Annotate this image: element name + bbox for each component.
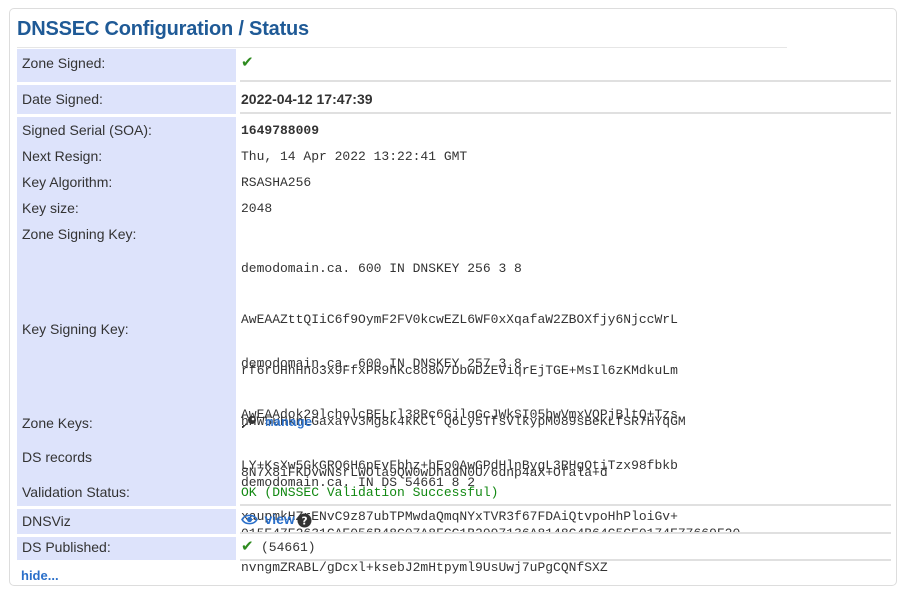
row-validation-status: Validation Status: OK (DNSSEC Validation… (17, 481, 891, 503)
panel-title: DNSSEC Configuration / Status (17, 17, 787, 48)
dnssec-table: Zone Signed: ✔ Date Signed: 2022-04-12 1… (17, 49, 891, 575)
key-algorithm-value: RSASHA256 (241, 175, 312, 190)
date-signed-value: 2022-04-12 17:47:39 (241, 91, 373, 107)
key-icon (242, 415, 256, 428)
row-key-size: Key size: 2048 (17, 195, 891, 221)
row-key-signing-key: Key Signing Key: demodomain.ca. 600 IN D… (17, 315, 891, 575)
row-ds-published: DS Published: ✔ (54661) (17, 536, 891, 560)
row-zone-signed: Zone Signed: ✔ (17, 49, 891, 79)
key-size-value: 2048 (241, 201, 273, 216)
dnssec-panel: DNSSEC Configuration / Status Zone Signe… (9, 8, 897, 586)
row-label: Zone Keys: (22, 415, 93, 431)
hide-link[interactable]: hide... (21, 568, 59, 583)
row-zone-signing-key: Zone Signing Key: demodomain.ca. 600 IN … (17, 221, 891, 480)
manage-link[interactable]: manage (241, 413, 312, 431)
validation-status-value: OK (DNSSEC Validation Successful) (241, 485, 499, 500)
eye-icon (241, 514, 258, 525)
row-label: Zone Signing Key: (22, 226, 137, 242)
row-zone-keys: Zone Keys: manage (17, 409, 891, 435)
svg-text:?: ? (301, 515, 307, 527)
row-label: Key size: (22, 200, 79, 216)
row-label: Validation Status: (22, 484, 130, 500)
key-line: demodomain.ca. 600 IN DNSKEY 256 3 8 (241, 261, 522, 276)
row-key-algorithm: Key Algorithm: RSASHA256 (17, 169, 891, 195)
row-label: Zone Signed: (22, 55, 106, 71)
row-label: Key Algorithm: (22, 174, 113, 190)
row-label: Date Signed: (22, 91, 103, 107)
row-ds-records: DS records demodomain.ca. IN DS 54661 8 … (17, 437, 891, 541)
key-line: demodomain.ca. 600 IN DNSKEY 257 3 8 (241, 356, 522, 371)
row-dnsviz: DNSViz view ? (17, 509, 891, 533)
row-date-signed: Date Signed: 2022-04-12 17:47:39 (17, 85, 891, 113)
row-divider (240, 559, 891, 561)
row-label: Next Resign: (22, 148, 103, 164)
row-signed-serial: Signed Serial (SOA): 1649788009 (17, 117, 891, 143)
row-next-resign: Next Resign: Thu, 14 Apr 2022 13:22:41 G… (17, 143, 891, 169)
row-label: DS records (22, 449, 93, 465)
checkmark-icon: ✔ (241, 537, 254, 555)
manage-label[interactable]: manage (265, 415, 312, 430)
row-label: DS Published: (22, 539, 111, 555)
ds-published-value: (54661) (261, 540, 316, 555)
next-resign-value: Thu, 14 Apr 2022 13:22:41 GMT (241, 149, 468, 164)
row-label: Signed Serial (SOA): (22, 122, 152, 138)
signed-serial-value: 1649788009 (241, 123, 320, 138)
row-label: DNSViz (22, 513, 71, 529)
view-label[interactable]: view (264, 511, 294, 527)
dnsviz-view-link[interactable]: view (241, 511, 295, 529)
checkmark-icon: ✔ (241, 53, 254, 71)
row-label: Key Signing Key: (22, 321, 129, 337)
question-circle-icon[interactable]: ? (297, 513, 312, 528)
